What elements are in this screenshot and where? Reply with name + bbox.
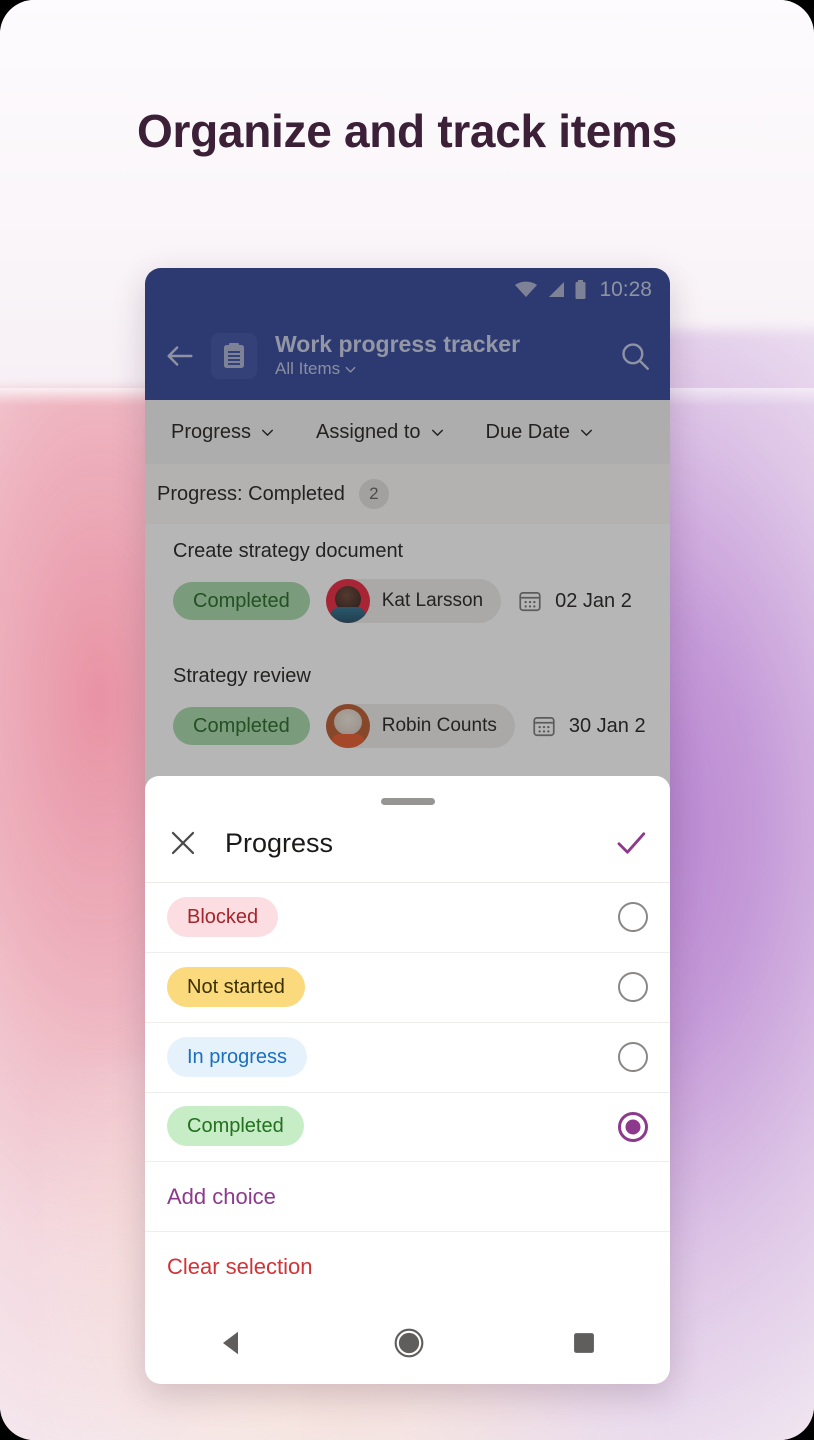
option-in-progress-pill-wrap: In progress bbox=[167, 1036, 618, 1077]
option-blocked-pill-wrap: Blocked bbox=[167, 896, 618, 937]
due-date: 02 Jan 2 bbox=[517, 588, 632, 614]
due-date-text: 02 Jan 2 bbox=[555, 589, 632, 612]
option-in-progress-label: In progress bbox=[167, 1036, 308, 1077]
nav-home-icon[interactable] bbox=[393, 1327, 425, 1359]
radio-blocked[interactable] bbox=[618, 902, 648, 933]
back-arrow-icon[interactable] bbox=[163, 339, 197, 373]
option-completed-label: Completed bbox=[167, 1106, 304, 1147]
phone-mockup: 10:28 Work progress tracker All Items Pr… bbox=[145, 268, 670, 1384]
signal-icon bbox=[549, 282, 565, 297]
sheet-header: Progress bbox=[145, 805, 670, 883]
avatar bbox=[325, 704, 370, 748]
filter-assigned-to-label: Assigned to bbox=[316, 420, 421, 443]
filter-assigned-to[interactable]: Assigned to bbox=[296, 421, 466, 444]
checkmark-icon[interactable] bbox=[614, 826, 648, 860]
progress-bottom-sheet: Progress Blocked Not started In progress… bbox=[145, 776, 670, 1384]
assignee-chip[interactable]: Kat Larsson bbox=[325, 579, 502, 623]
option-in-progress[interactable]: In progress bbox=[145, 1023, 670, 1093]
radio-in-progress[interactable] bbox=[618, 1042, 648, 1073]
option-not-started-pill-wrap: Not started bbox=[167, 966, 618, 1007]
status-bar-time: 10:28 bbox=[599, 278, 652, 301]
filter-progress-label: Progress bbox=[171, 420, 252, 443]
group-header[interactable]: Progress: Completed 2 bbox=[145, 464, 670, 524]
status-badge: Completed bbox=[173, 707, 310, 745]
avatar bbox=[325, 579, 370, 623]
chevron-down-icon bbox=[581, 429, 593, 436]
calendar-icon bbox=[519, 592, 541, 612]
due-date-text: 30 Jan 2 bbox=[568, 714, 646, 737]
promo-screenshot: Organize and track items 10:28 Work prog… bbox=[0, 0, 814, 1440]
view-selector[interactable]: All Items bbox=[275, 357, 604, 381]
item-meta: Completed Robin Counts 30 Jan 2 bbox=[173, 704, 646, 748]
due-date: 30 Jan 2 bbox=[531, 713, 646, 739]
android-nav-bar bbox=[145, 1301, 670, 1384]
list-title: Work progress tracker bbox=[275, 330, 521, 357]
status-badge: Completed bbox=[173, 582, 310, 620]
table-row[interactable]: Strategy review Completed Robin Counts 3… bbox=[155, 649, 660, 766]
sheet-title: Progress bbox=[225, 827, 334, 858]
filter-progress[interactable]: Progress bbox=[151, 421, 296, 444]
option-completed-pill-wrap: Completed bbox=[167, 1106, 618, 1147]
option-blocked-label: Blocked bbox=[167, 896, 279, 937]
group-header-label: Progress: Completed bbox=[157, 482, 345, 505]
radio-not-started[interactable] bbox=[618, 972, 648, 1003]
filter-due-date[interactable]: Due Date bbox=[466, 421, 616, 444]
search-icon[interactable] bbox=[618, 339, 652, 373]
option-completed[interactable]: Completed bbox=[145, 1093, 670, 1163]
close-icon[interactable] bbox=[167, 827, 199, 859]
filter-due-date-label: Due Date bbox=[485, 420, 571, 443]
radio-completed[interactable] bbox=[618, 1111, 648, 1142]
app-bar: Work progress tracker All Items bbox=[145, 312, 670, 400]
nav-back-icon[interactable] bbox=[218, 1328, 248, 1358]
item-title: Create strategy document bbox=[173, 540, 404, 562]
nav-recents-icon[interactable] bbox=[570, 1329, 598, 1357]
item-list: Create strategy document Completed Kat L… bbox=[145, 524, 670, 766]
item-title: Strategy review bbox=[173, 665, 311, 687]
battery-icon bbox=[575, 280, 586, 299]
item-meta: Completed Kat Larsson 02 Jan 2 bbox=[173, 579, 642, 623]
sheet-drag-handle[interactable] bbox=[380, 798, 435, 805]
view-selector-label: All Items bbox=[275, 359, 341, 379]
assignee-name: Kat Larsson bbox=[381, 590, 484, 611]
option-blocked[interactable]: Blocked bbox=[145, 883, 670, 953]
clear-selection-button[interactable]: Clear selection bbox=[145, 1232, 670, 1301]
clipboard-icon[interactable] bbox=[211, 333, 257, 379]
assignee-chip[interactable]: Robin Counts bbox=[325, 704, 515, 748]
chevron-down-icon bbox=[345, 366, 356, 373]
app-bar-titles: Work progress tracker All Items bbox=[271, 331, 604, 381]
option-not-started-label: Not started bbox=[167, 966, 305, 1007]
option-not-started[interactable]: Not started bbox=[145, 953, 670, 1023]
chevron-down-icon bbox=[262, 429, 274, 436]
table-row[interactable]: Create strategy document Completed Kat L… bbox=[155, 524, 660, 641]
group-header-count: 2 bbox=[358, 479, 389, 509]
chevron-down-icon bbox=[431, 429, 443, 436]
filter-bar: Progress Assigned to Due Date bbox=[145, 400, 670, 464]
page-title: Organize and track items bbox=[137, 105, 677, 157]
status-bar: 10:28 bbox=[145, 268, 670, 312]
assignee-name: Robin Counts bbox=[381, 715, 497, 736]
add-choice-button[interactable]: Add choice bbox=[145, 1162, 670, 1233]
wifi-icon bbox=[515, 281, 538, 297]
calendar-icon bbox=[533, 717, 555, 737]
